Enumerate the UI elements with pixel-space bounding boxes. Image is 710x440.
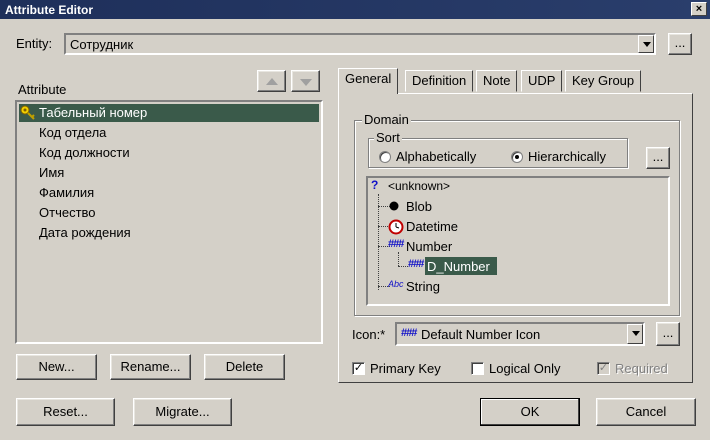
dot-icon — [389, 201, 399, 211]
domain-tree[interactable]: ? <unknown> Blob Datetime ### Number ###… — [366, 176, 670, 306]
tab-general[interactable]: General — [338, 68, 399, 94]
chevron-down-icon[interactable] — [638, 35, 654, 53]
delete-button[interactable]: Delete — [204, 354, 285, 380]
required-checkbox: ✓ — [597, 362, 610, 375]
clock-icon — [388, 219, 404, 235]
entity-dropdown[interactable]: Сотрудник — [64, 33, 656, 55]
tab-note[interactable]: Note — [476, 70, 518, 92]
arrow-down-icon — [299, 79, 312, 86]
migrate-button[interactable]: Migrate... — [133, 398, 232, 426]
close-icon[interactable]: × — [691, 2, 707, 16]
tab-udp[interactable]: UDP — [521, 70, 563, 92]
ok-button[interactable]: OK — [480, 398, 580, 426]
cancel-button[interactable]: Cancel — [596, 398, 696, 426]
icon-label: Icon:* — [352, 327, 386, 342]
number-icon: ### — [401, 327, 417, 339]
logical-only-checkbox[interactable] — [471, 362, 484, 375]
tree-item-number[interactable]: Number — [406, 239, 452, 254]
reset-button[interactable]: Reset... — [16, 398, 115, 426]
tab-key-group[interactable]: Key Group — [565, 70, 642, 92]
arrow-up-icon — [265, 78, 278, 85]
rename-button[interactable]: Rename... — [110, 354, 191, 380]
required-label: Required — [615, 361, 668, 376]
window-title: Attribute Editor — [5, 3, 93, 17]
entity-value: Сотрудник — [70, 37, 134, 52]
tree-item-d-number[interactable]: D_Number — [427, 259, 490, 274]
tab-definition[interactable]: Definition — [405, 70, 474, 92]
number-icon: ### — [388, 238, 404, 250]
move-up-button[interactable] — [257, 70, 286, 92]
icon-value: Default Number Icon — [421, 327, 541, 342]
icon-browse-button[interactable]: ... — [656, 322, 680, 346]
list-item[interactable]: Табельный номер — [39, 105, 147, 120]
list-item[interactable]: Имя — [39, 165, 64, 180]
list-item[interactable]: Код отдела — [39, 125, 106, 140]
string-icon: Abc — [388, 279, 404, 289]
hierarchically-radio[interactable] — [511, 151, 523, 163]
sort-browse-button[interactable]: ... — [646, 147, 670, 169]
title-bar: Attribute Editor × — [0, 0, 710, 19]
question-icon: ? — [371, 178, 379, 192]
sort-group-label: Sort — [374, 130, 402, 145]
entity-label: Entity: — [16, 36, 53, 51]
icon-dropdown[interactable]: ### Default Number Icon — [395, 322, 645, 346]
primary-key-checkbox[interactable]: ✓ — [352, 362, 365, 375]
attribute-editor-window: Attribute Editor × Entity: Сотрудник ...… — [0, 0, 710, 440]
move-down-button[interactable] — [291, 70, 320, 92]
chevron-down-icon[interactable] — [627, 324, 643, 344]
key-icon — [20, 105, 35, 120]
list-item[interactable]: Отчество — [39, 205, 96, 220]
list-item[interactable]: Дата рождения — [39, 225, 131, 240]
tree-item-unknown[interactable]: <unknown> — [388, 179, 450, 193]
tree-item-string[interactable]: String — [406, 279, 440, 294]
alphabetically-radio[interactable] — [379, 151, 391, 163]
alphabetically-label[interactable]: Alphabetically — [396, 149, 476, 164]
new-button[interactable]: New... — [16, 354, 97, 380]
primary-key-label[interactable]: Primary Key — [370, 361, 441, 376]
list-item[interactable]: Код должности — [39, 145, 130, 160]
tree-item-datetime[interactable]: Datetime — [406, 219, 458, 234]
domain-group-label: Domain — [362, 112, 411, 127]
logical-only-label[interactable]: Logical Only — [489, 361, 561, 376]
attribute-list[interactable]: Табельный номер Код отдела Код должности… — [15, 100, 323, 344]
attribute-label: Attribute — [18, 82, 67, 97]
entity-browse-button[interactable]: ... — [668, 33, 692, 55]
hierarchically-label[interactable]: Hierarchically — [528, 149, 606, 164]
list-item[interactable]: Фамилия — [39, 185, 94, 200]
number-icon: ### — [408, 258, 424, 270]
tree-item-blob[interactable]: Blob — [406, 199, 432, 214]
